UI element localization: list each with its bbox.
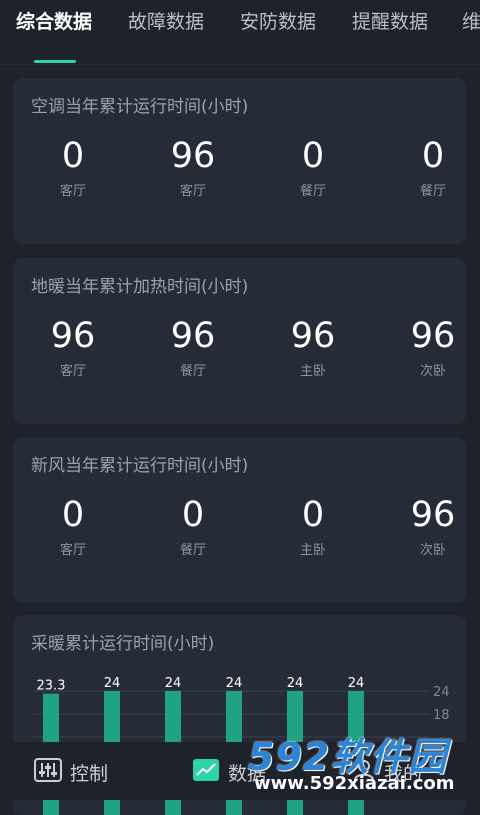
metric-room: 主卧 xyxy=(299,543,326,558)
top-tab-bar: 综合数据 故障数据 安防数据 提醒数据 维 xyxy=(0,0,480,64)
metric-value: 0 xyxy=(61,136,85,176)
watermark: 592软件园 www.592xiazai.com xyxy=(240,718,480,800)
bar-value-label: 24 xyxy=(165,676,182,691)
metric-value: 96 xyxy=(410,316,456,356)
metric-item: 96 主卧 xyxy=(273,314,353,379)
sliders-icon xyxy=(34,757,62,787)
chart-icon xyxy=(192,758,220,787)
bar-value-label: 24 xyxy=(226,676,243,691)
tab-maintenance-data[interactable]: 维 xyxy=(462,8,480,36)
card-title: 空调当年累计运行时间(小时) xyxy=(31,97,249,117)
fresh-air-card: 新风当年累计运行时间(小时) 0 客厅 0 餐厅 0 主卧 96 次卧 xyxy=(13,437,466,603)
floor-heating-card: 地暖当年累计加热时间(小时) 96 客厅 96 餐厅 96 主卧 96 次卧 xyxy=(13,258,466,424)
metric-value: 96 xyxy=(50,316,96,356)
metric-value: 96 xyxy=(410,495,456,535)
card-title: 地暖当年累计加热时间(小时) xyxy=(31,277,249,297)
metric-item: 0 餐厅 xyxy=(393,134,473,199)
metric-room: 主卧 xyxy=(299,364,326,379)
nav-control[interactable]: 控制 xyxy=(34,757,109,787)
card-title: 新风当年累计运行时间(小时) xyxy=(31,456,249,476)
ac-runtime-card: 空调当年累计运行时间(小时) 0 客厅 96 客厅 0 餐厅 0 餐厅 xyxy=(13,78,466,244)
tab-divider xyxy=(0,64,480,65)
metric-room: 客厅 xyxy=(59,184,86,199)
nav-label: 控制 xyxy=(70,762,109,785)
metric-item: 96 客厅 xyxy=(33,314,113,379)
bar-value-label: 23.3 xyxy=(37,679,66,694)
metric-value: 96 xyxy=(170,136,216,176)
metric-room: 客厅 xyxy=(179,184,206,199)
metric-room: 餐厅 xyxy=(179,364,206,379)
metric-item: 96 次卧 xyxy=(393,493,473,558)
tab-fault-data[interactable]: 故障数据 xyxy=(128,8,204,36)
metric-room: 餐厅 xyxy=(179,543,206,558)
metric-item: 0 客厅 xyxy=(33,134,113,199)
metric-room: 餐厅 xyxy=(419,184,446,199)
metric-room: 客厅 xyxy=(59,543,86,558)
metric-room: 次卧 xyxy=(419,543,446,558)
watermark-url: www.592xiazai.com xyxy=(254,773,455,794)
metric-room: 客厅 xyxy=(59,364,86,379)
y-tick-label: 24 xyxy=(433,685,450,700)
metric-room: 餐厅 xyxy=(299,184,326,199)
tab-overall-data[interactable]: 综合数据 xyxy=(16,8,92,36)
metric-value: 96 xyxy=(170,316,216,356)
metric-item: 96 次卧 xyxy=(393,314,473,379)
tab-security-data[interactable]: 安防数据 xyxy=(240,8,316,36)
metric-item: 0 餐厅 xyxy=(153,493,233,558)
metric-value: 0 xyxy=(421,136,445,176)
bar-value-label: 24 xyxy=(348,676,365,691)
metric-value: 0 xyxy=(61,495,85,535)
tab-reminder-data[interactable]: 提醒数据 xyxy=(352,8,428,36)
metric-value: 96 xyxy=(290,316,336,356)
bar-value-label: 24 xyxy=(287,676,304,691)
metric-value: 0 xyxy=(301,495,325,535)
metric-value: 0 xyxy=(181,495,205,535)
metric-value: 0 xyxy=(301,136,325,176)
metric-item: 0 主卧 xyxy=(273,493,353,558)
bar-value-label: 24 xyxy=(104,676,121,691)
metric-item: 96 餐厅 xyxy=(153,314,233,379)
active-tab-indicator xyxy=(34,60,76,63)
metric-item: 96 客厅 xyxy=(153,134,233,199)
metric-item: 0 餐厅 xyxy=(273,134,353,199)
metric-item: 0 客厅 xyxy=(33,493,113,558)
metric-room: 次卧 xyxy=(419,364,446,379)
